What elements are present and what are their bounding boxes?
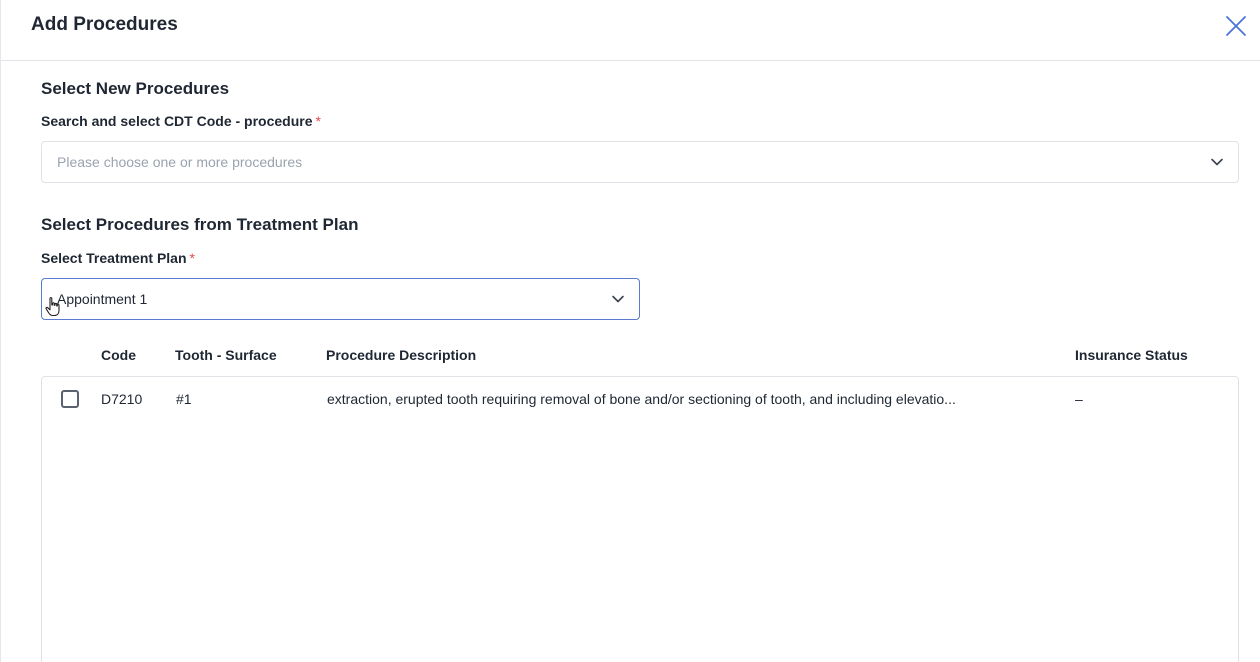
required-marker: * — [315, 113, 321, 129]
row-procedure-description: extraction, erupted tooth requiring remo… — [327, 391, 956, 407]
required-marker: * — [189, 250, 195, 266]
row-code: D7210 — [101, 391, 143, 407]
column-header-tooth-surface: Tooth - Surface — [175, 347, 277, 363]
treatment-plan-label-text: Select Treatment Plan — [41, 250, 187, 266]
modal-title: Add Procedures — [31, 14, 178, 35]
new-procedures-section-title: Select New Procedures — [41, 79, 230, 98]
add-procedures-modal: Add Procedures Select New Procedures Sea… — [0, 0, 1260, 662]
cdt-code-label-text: Search and select CDT Code - procedure — [41, 113, 313, 129]
close-button[interactable] — [1223, 13, 1249, 39]
treatment-plan-select[interactable]: Appointment 1 — [41, 278, 640, 320]
table-row: D7210 #1 extraction, erupted tooth requi… — [42, 377, 1238, 423]
cdt-code-field-label: Search and select CDT Code - procedure * — [41, 113, 321, 129]
row-insurance-status: – — [1075, 391, 1083, 407]
column-header-procedure-description: Procedure Description — [326, 347, 477, 363]
close-icon — [1226, 16, 1246, 36]
treatment-plan-selected-value: Appointment 1 — [57, 291, 148, 307]
procedures-table: D7210 #1 extraction, erupted tooth requi… — [41, 376, 1239, 662]
row-checkbox[interactable] — [61, 390, 79, 408]
chevron-down-icon — [611, 292, 625, 306]
column-header-code: Code — [101, 347, 136, 363]
treatment-plan-section-title: Select Procedures from Treatment Plan — [41, 215, 359, 234]
chevron-down-icon — [1210, 155, 1224, 169]
modal-header: Add Procedures — [1, 0, 1260, 61]
cdt-procedure-select[interactable]: Please choose one or more procedures — [41, 141, 1239, 183]
column-header-insurance-status: Insurance Status — [1075, 347, 1188, 363]
treatment-plan-field-label: Select Treatment Plan * — [41, 250, 195, 266]
hand-pointer-cursor-icon — [43, 296, 63, 318]
row-tooth-surface: #1 — [176, 391, 192, 407]
cdt-procedure-placeholder: Please choose one or more procedures — [57, 154, 303, 170]
